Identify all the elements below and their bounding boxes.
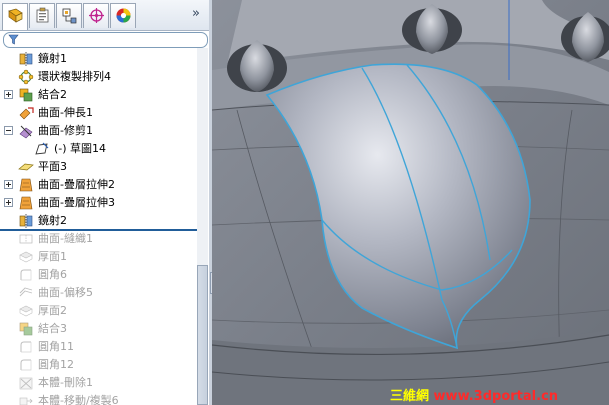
circular-pattern-icon [18,69,34,85]
manager-tab-bar: » [0,0,209,31]
tree-filter-input[interactable] [3,32,208,48]
funnel-icon [8,34,19,45]
tree-item-label: 厚面1 [38,250,67,263]
expand-icon[interactable] [4,180,13,189]
combine-icon [18,321,34,337]
rollback-bar[interactable] [0,229,197,231]
property-manager-icon [36,7,49,23]
tree-item-label: 鏡射2 [38,214,67,227]
tree-item[interactable]: 環狀複製排列4 [0,68,197,86]
tree-item-label: 圓角12 [38,358,74,371]
tree-item[interactable]: 平面3 [0,158,197,176]
feature-tree: 鏡射1 環狀複製排列4 結合2 曲面-伸長1 曲面-修剪1 (-) 草圖14 平面3 曲面-疊… [0,50,197,405]
tree-item[interactable]: 圓角12 [0,356,197,374]
tree-item[interactable]: 本體-刪除1 [0,374,197,392]
sketch-icon [34,141,50,157]
tree-item-label: 曲面-疊層拉伸3 [38,196,115,209]
model-view[interactable] [212,0,609,405]
dimxpert-tab[interactable] [83,3,109,28]
thicken-icon [18,249,34,265]
tree-item-label: 鏡射1 [38,52,67,65]
tree-scrollbar-thumb[interactable] [197,265,208,405]
watermark-url: www.3dportal.cn [433,389,559,404]
mirror-icon [18,51,34,67]
fillet-icon [18,267,34,283]
combine-icon [18,87,34,103]
plane-icon [18,159,34,175]
tree-item-label: 曲面-伸長1 [38,106,93,119]
tree-item[interactable]: 厚面1 [0,248,197,266]
feature-manager-tab[interactable] [2,3,28,30]
move-copy-body-icon [18,393,34,405]
tree-item[interactable]: (-) 草圖14 [0,140,197,158]
display-manager-tab[interactable] [110,3,136,28]
surface-trim-icon [18,123,34,139]
tree-item-label: 曲面-修剪1 [38,124,93,137]
property-manager-tab[interactable] [29,3,55,28]
surface-extend-icon [18,105,34,121]
tree-item[interactable]: 圓角11 [0,338,197,356]
tree-item[interactable]: 結合2 [0,86,197,104]
tree-item[interactable]: 曲面-縫織1 [0,230,197,248]
display-manager-icon [116,8,131,23]
mirror-icon [18,213,34,229]
graphics-viewport[interactable] [212,0,609,405]
tree-item[interactable]: 本體-移動/複製6 [0,392,197,405]
feature-manager-icon [8,8,23,23]
tree-item[interactable]: 曲面-偏移5 [0,284,197,302]
delete-body-icon [18,375,34,391]
configuration-manager-tab[interactable] [56,3,82,28]
tree-item[interactable]: 曲面-修剪1 [0,122,197,140]
tree-item[interactable]: 鏡射1 [0,50,197,68]
feature-manager-pane: » 鏡射1 環狀複製排列4 結合2 曲面-伸長1 曲面-修剪1 (-) 草圖14 平面3 曲面… [0,0,210,405]
tree-item[interactable]: 曲面-伸長1 [0,104,197,122]
tree-item-label: 環狀複製排列4 [38,70,111,83]
surface-knit-icon [18,231,34,247]
tree-item[interactable]: 圓角6 [0,266,197,284]
tree-item-label: 本體-移動/複製6 [38,394,119,405]
tree-item-label: 圓角6 [38,268,67,281]
collapse-icon[interactable] [4,126,13,135]
tree-item[interactable]: 曲面-疊層拉伸3 [0,194,197,212]
configuration-manager-icon [62,8,77,24]
expand-icon[interactable] [4,90,13,99]
tree-item[interactable]: 鏡射2 [0,212,197,230]
watermark-cn: 三維網 [390,389,430,404]
fillet-icon [18,339,34,355]
tree-item-label: 結合2 [38,88,67,101]
tree-item-label: 曲面-縫織1 [38,232,93,245]
tree-item-label: 本體-刪除1 [38,376,93,389]
thicken-icon [18,303,34,319]
surface-offset-icon [18,285,34,301]
tree-item-label: (-) 草圖14 [54,142,107,155]
expand-icon[interactable] [4,198,13,207]
tree-item-label: 厚面2 [38,304,67,317]
surface-loft-icon [18,177,34,193]
tree-item-label: 結合3 [38,322,67,335]
tree-item[interactable]: 結合3 [0,320,197,338]
tree-item[interactable]: 曲面-疊層拉伸2 [0,176,197,194]
tree-item-label: 平面3 [38,160,67,173]
tree-item-label: 曲面-疊層拉伸2 [38,178,115,191]
tree-item-label: 曲面-偏移5 [38,286,93,299]
tree-item[interactable]: 厚面2 [0,302,197,320]
surface-loft-icon [18,195,34,211]
tree-item-label: 圓角11 [38,340,74,353]
fillet-icon [18,357,34,373]
more-tabs-chevron[interactable]: » [192,6,200,21]
dimxpert-icon [89,8,104,23]
site-watermark: 三維網 www.3dportal.cn [390,385,558,404]
